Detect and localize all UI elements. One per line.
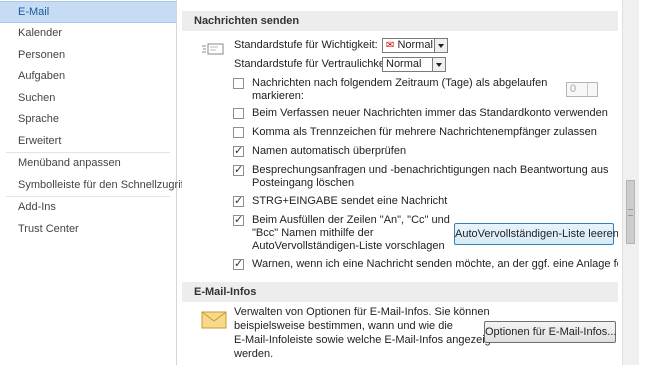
expire-days-value: 0 [570, 83, 577, 95]
sidebar-item-customize-ribbon[interactable]: Menüband anpassen [0, 153, 176, 175]
chevron-down-icon [432, 58, 445, 71]
sidebar-item-label: Erweitert [18, 134, 62, 147]
options-nav-sidebar: E-Mail Kalender Personen Aufgaben Suchen… [0, 0, 187, 365]
sidebar-item-label: Add-Ins [18, 201, 56, 213]
autocomplete-label-cont: "Bcc" Namen mithilfe der [252, 227, 374, 239]
importance-value: Normal [397, 39, 433, 51]
chevron-down-icon [434, 39, 447, 52]
sidebar-item-tasks[interactable]: Aufgaben [0, 66, 176, 88]
comma-separator-label: Komma als Trennzeichen für mehrere Nachr… [252, 126, 597, 138]
sensitivity-label: Standardstufe für Vertraulichkeit: [234, 58, 394, 70]
delete-meeting-requests-label: Besprechungsanfragen und -benachrichtigu… [252, 164, 609, 176]
sidebar-item-calendar[interactable]: Kalender [0, 23, 176, 45]
sidebar-item-label: Symbolleiste für den Schnellzugriff [18, 178, 187, 191]
mailtips-description-cont: beispielsweise bestimmen, wann und wie d… [234, 320, 453, 332]
mailtips-description-cont2: E-Mail-Infoleiste sowie welche E-Mail-In… [234, 334, 494, 346]
vertical-scrollbar[interactable] [622, 0, 639, 365]
sidebar-item-label: E-Mail [18, 6, 50, 18]
sensitivity-select[interactable]: Normal [382, 57, 446, 72]
delete-meeting-requests-label-cont: Posteingang löschen [252, 177, 355, 189]
warn-missing-attachment-label: Warnen, wenn ich eine Nachricht senden m… [252, 258, 618, 270]
sidebar-item-quick-access-toolbar[interactable]: Symbolleiste für den Schnellzugriff [0, 175, 187, 197]
scrollbar-thumb[interactable] [626, 180, 635, 244]
autocomplete-label-cont2: AutoVervollständigen-Liste vorschlagen [252, 240, 445, 252]
sidebar-item-search[interactable]: Suchen [0, 88, 176, 110]
sidebar-item-label: Trust Center [18, 222, 79, 235]
send-envelope-icon [202, 42, 224, 59]
delete-meeting-requests-checkbox[interactable] [233, 163, 244, 176]
mailtips-envelope-icon [201, 311, 227, 332]
ctrl-enter-send-checkbox[interactable] [233, 194, 244, 207]
check-names-checkbox[interactable] [233, 144, 244, 157]
comma-separator-checkbox[interactable] [233, 127, 244, 138]
expire-checkbox[interactable] [233, 78, 244, 89]
importance-flag-icon: ✉ [386, 40, 395, 51]
expire-label: Nachrichten nach folgendem Zeitraum (Tag… [252, 77, 548, 89]
ctrl-enter-send-label: STRG+EINGABE sendet eine Nachricht [252, 195, 448, 207]
options-content-pane: Nachrichten senden Standardstufe für Wic… [182, 0, 618, 365]
section-header-mailtips: E-Mail-Infos [182, 282, 618, 302]
importance-label: Standardstufe für Wichtigkeit: [234, 39, 378, 51]
default-account-label: Beim Verfassen neuer Nachrichten immer d… [252, 107, 608, 119]
expire-days-spinner[interactable]: 0 [566, 82, 598, 97]
sidebar-item-email[interactable]: E-Mail [0, 1, 176, 23]
sidebar-item-label: Sprache [18, 113, 59, 125]
sidebar-item-label: Kalender [18, 27, 63, 39]
sidebar-item-label: Aufgaben [18, 70, 66, 82]
sensitivity-value: Normal [386, 58, 422, 70]
mailtips-description-cont3: werden. [234, 348, 274, 360]
sidebar-item-label: Personen [18, 48, 66, 61]
mailtips-options-button[interactable]: Optionen für E-Mail-Infos... [484, 321, 616, 343]
clear-autocomplete-button[interactable]: AutoVervollständigen-Liste leeren [454, 223, 618, 245]
importance-select[interactable]: ✉ Normal [382, 38, 448, 53]
autocomplete-label: Beim Ausfüllen der Zeilen "An", "Cc" und [252, 214, 450, 226]
spinner-arrows-icon[interactable] [587, 83, 597, 96]
default-account-checkbox[interactable] [233, 108, 244, 119]
section-header-send: Nachrichten senden [182, 11, 618, 31]
sidebar-item-label: Menüband anpassen [18, 157, 121, 169]
sidebar-item-people[interactable]: Personen [0, 45, 176, 67]
sidebar-item-label: Suchen [18, 91, 56, 104]
sidebar-item-trust-center[interactable]: Trust Center [0, 219, 176, 241]
mailtips-description: Verwalten von Optionen für E-Mail-Infos.… [234, 306, 490, 318]
expire-label-cont: markieren: [252, 90, 304, 102]
check-names-label: Namen automatisch überprüfen [252, 145, 407, 157]
warn-missing-attachment-checkbox[interactable] [233, 257, 244, 270]
sidebar-item-addins[interactable]: Add-Ins [0, 197, 176, 219]
autocomplete-checkbox[interactable] [233, 213, 244, 226]
sidebar-item-advanced[interactable]: Erweitert [0, 131, 176, 153]
sidebar-item-language[interactable]: Sprache [0, 109, 176, 131]
